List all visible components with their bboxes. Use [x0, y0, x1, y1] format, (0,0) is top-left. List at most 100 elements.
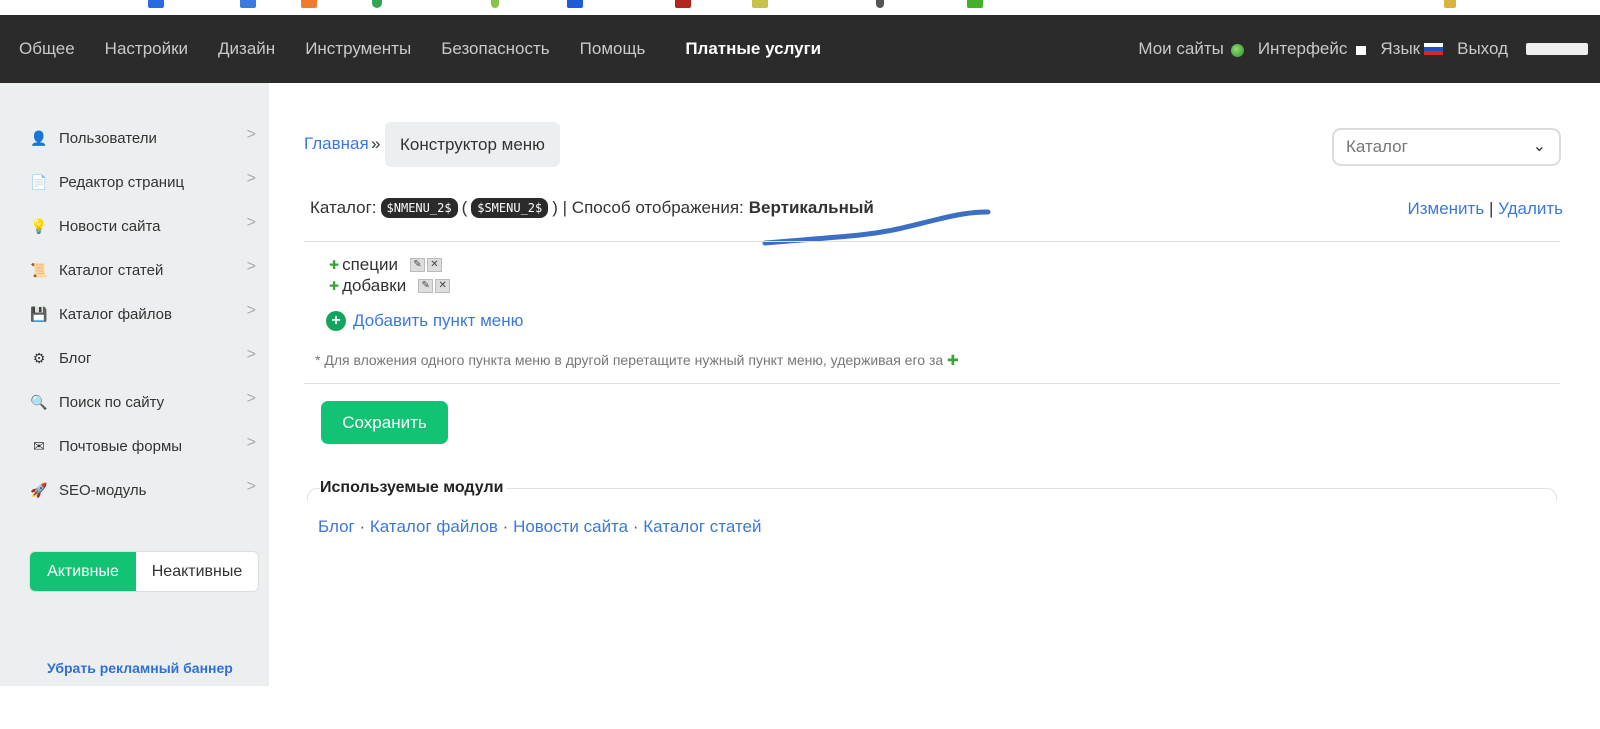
- sidebar-item-label: Поиск по сайту: [59, 393, 165, 411]
- interface-link[interactable]: Интерфейс: [1258, 39, 1367, 59]
- menu-actions: Изменить | Удалить: [1408, 199, 1563, 219]
- rocket-icon: 🚀: [30, 481, 48, 498]
- menu-item-label: добавки: [342, 276, 407, 295]
- envelope-icon: ✉: [33, 437, 45, 454]
- bookmark-icon[interactable]: [301, 0, 317, 8]
- logout-link[interactable]: Выход: [1457, 39, 1588, 59]
- add-menu-item-button[interactable]: + Добавить пункт меню: [326, 311, 523, 331]
- module-link-blog[interactable]: Блог: [318, 517, 355, 536]
- pencil-icon[interactable]: ✎: [418, 279, 434, 293]
- bookmark-icon[interactable]: [567, 0, 583, 8]
- sidebar-item-label: Почтовые формы: [59, 437, 183, 455]
- magnifier-icon: 🔍: [30, 393, 48, 410]
- sidebar: 👤 Пользователи > 📄 Редактор страниц > 💡 …: [0, 83, 269, 686]
- chevron-right-icon: >: [246, 302, 256, 319]
- add-menu-item-label: Добавить пункт меню: [353, 311, 524, 330]
- nav-help[interactable]: Помощь: [580, 39, 646, 59]
- drag-handle-icon[interactable]: ✚: [329, 279, 339, 293]
- modules-legend: Используемые модули: [320, 479, 508, 497]
- modules-separator: ·: [359, 517, 366, 536]
- module-link-files[interactable]: Каталог файлов: [370, 517, 498, 536]
- interface-label: Интерфейс: [1257, 39, 1348, 58]
- bookmark-icon[interactable]: [967, 0, 983, 8]
- remove-banner-link[interactable]: Убрать рекламный баннер: [47, 660, 233, 676]
- sidebar-item-seo[interactable]: 🚀 SEO-модуль >: [30, 475, 264, 505]
- nav-settings[interactable]: Настройки: [105, 39, 188, 59]
- bookmark-icon[interactable]: [1444, 0, 1456, 8]
- sidebar-item-files[interactable]: 💾 Каталог файлов >: [30, 299, 264, 329]
- sidebar-item-label: Блог: [59, 349, 92, 367]
- chevron-down-icon: ⌄: [1532, 138, 1546, 155]
- chevron-right-icon: >: [246, 478, 256, 495]
- menu-tree-item[interactable]: ✚ добавки ✎ ✕: [329, 276, 452, 296]
- bookmark-icon[interactable]: [148, 0, 164, 8]
- russian-flag-icon: [1424, 43, 1444, 55]
- bookmark-icon[interactable]: [372, 0, 382, 8]
- modules-links: Блог · Каталог файлов · Новости сайта · …: [318, 517, 762, 537]
- nav-paid-services[interactable]: Платные услуги: [685, 39, 821, 59]
- sidebar-item-search[interactable]: 🔍 Поиск по сайту >: [30, 387, 264, 417]
- menu-tree-item[interactable]: ✚ специи ✎ ✕: [329, 255, 444, 275]
- pencil-icon[interactable]: ✎: [409, 258, 425, 272]
- breadcrumb-home-link[interactable]: Главная: [304, 134, 369, 154]
- sidebar-item-label: Каталог статей: [59, 261, 164, 279]
- logout-label: Выход: [1457, 39, 1508, 58]
- user-avatar[interactable]: [1526, 43, 1588, 55]
- annotation-scribble: [762, 209, 991, 246]
- user-icon: 👤: [30, 129, 48, 146]
- close-icon[interactable]: ✕: [435, 279, 451, 293]
- user-menu: Мои сайты Интерфейс Язык Выход: [1124, 15, 1588, 83]
- bookmark-icon[interactable]: [240, 0, 256, 8]
- divider: [304, 241, 1560, 242]
- nav-security[interactable]: Безопасность: [441, 39, 549, 59]
- language-link[interactable]: Язык: [1380, 39, 1444, 59]
- close-icon[interactable]: ✕: [426, 258, 442, 272]
- chevron-right-icon: >: [246, 434, 256, 451]
- inactive-toggle-button[interactable]: Неактивные: [136, 552, 258, 591]
- floppy-icon: 💾: [30, 305, 48, 322]
- catalog-label: Каталог:: [310, 198, 377, 217]
- sidebar-item-articles[interactable]: 📜 Каталог статей >: [30, 255, 264, 285]
- sidebar-item-label: SEO-модуль: [59, 481, 147, 499]
- top-navigation: Общее Настройки Дизайн Инструменты Безоп…: [0, 15, 1600, 83]
- display-mode-label: ) | Способ отображения:: [552, 198, 744, 217]
- smenu-code-badge: $SMENU_2$: [471, 198, 549, 218]
- bookmark-icon[interactable]: [876, 0, 884, 8]
- sidebar-item-page-editor[interactable]: 📄 Редактор страниц >: [30, 167, 264, 197]
- edit-link[interactable]: Изменить: [1408, 199, 1485, 218]
- page-icon: 📄: [30, 173, 48, 190]
- save-button[interactable]: Сохранить: [321, 401, 448, 444]
- module-link-news[interactable]: Новости сайта: [513, 517, 628, 536]
- modules-separator: ·: [502, 517, 509, 536]
- language-label: Язык: [1380, 39, 1421, 58]
- delete-link[interactable]: Удалить: [1498, 199, 1563, 218]
- lightbulb-icon: 💡: [30, 217, 48, 234]
- sidebar-item-news[interactable]: 💡 Новости сайта >: [30, 211, 264, 241]
- my-sites-label: Мои сайты: [1138, 39, 1224, 58]
- nav-general[interactable]: Общее: [19, 39, 75, 59]
- nav-tools[interactable]: Инструменты: [305, 39, 411, 59]
- sidebar-item-mail-forms[interactable]: ✉ Почтовые формы >: [30, 431, 264, 461]
- active-toggle-button[interactable]: Активные: [30, 552, 136, 591]
- catalog-select[interactable]: Каталог ⌄: [1332, 128, 1561, 166]
- bookmark-icon[interactable]: [491, 0, 499, 8]
- chevron-right-icon: >: [246, 170, 256, 187]
- modules-separator: ·: [632, 517, 639, 536]
- chevron-right-icon: >: [246, 126, 256, 143]
- breadcrumb-current: Конструктор меню: [385, 122, 560, 167]
- interface-icon: [1356, 45, 1367, 55]
- drag-hint: * Для вложения одного пункта меню в друг…: [315, 352, 959, 369]
- my-sites-link[interactable]: Мои сайты: [1138, 39, 1244, 59]
- menu-item-tools: ✎ ✕: [418, 279, 452, 293]
- bookmark-icon[interactable]: [752, 0, 768, 8]
- nav-design[interactable]: Дизайн: [218, 39, 275, 59]
- module-link-articles[interactable]: Каталог статей: [643, 517, 761, 536]
- sidebar-item-label: Новости сайта: [59, 217, 161, 235]
- nmenu-code-badge: $NMENU_2$: [380, 198, 458, 218]
- sidebar-item-blog[interactable]: ⚙ Блог >: [30, 343, 264, 373]
- drag-handle-icon[interactable]: ✚: [329, 258, 339, 272]
- chevron-right-icon: >: [246, 346, 256, 363]
- sidebar-item-users[interactable]: 👤 Пользователи >: [30, 123, 264, 153]
- drag-hint-text: * Для вложения одного пункта меню в друг…: [315, 352, 944, 368]
- bookmark-icon[interactable]: [675, 0, 691, 8]
